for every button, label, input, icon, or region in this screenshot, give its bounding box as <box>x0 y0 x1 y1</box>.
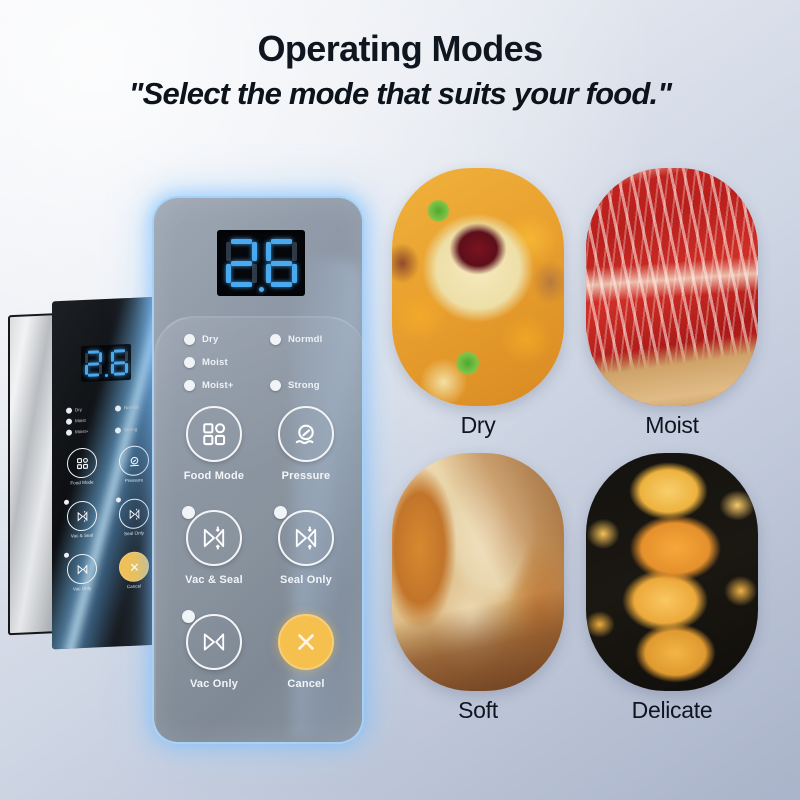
page-title: Operating Modes <box>257 28 543 69</box>
display-digit-left <box>225 239 257 287</box>
food-mode-gallery: Dry Moist Soft Delicate <box>392 168 792 738</box>
appliance-digit-left <box>84 350 102 377</box>
food-card-delicate: Delicate <box>586 453 758 724</box>
appliance-button-vac-seal[interactable]: Vac & Seal <box>62 499 102 539</box>
led-indicator-icon <box>66 406 72 414</box>
magnified-control-panel: Dry Moist Moist+ Normdl Strong Food Mode… <box>152 196 366 746</box>
display-decimal-point <box>258 287 264 292</box>
appliance-indicator-moist-plus: Moist+ <box>66 425 101 438</box>
appliance-button-food-mode[interactable]: Food Mode <box>62 447 102 486</box>
food-card-moist: Moist <box>586 168 758 439</box>
vacuum-seal-icon <box>186 510 242 566</box>
appliance-digit-right <box>110 349 128 376</box>
sliced-bread-loaf-photo <box>392 453 564 691</box>
appliance-button-cancel[interactable]: Cancel <box>114 551 154 590</box>
food-card-caption: Dry <box>460 412 496 438</box>
indicator-strong[interactable]: Strong <box>270 374 336 397</box>
indicator-dry[interactable]: Dry <box>184 328 250 351</box>
appliance-button-grid: Food Mode Pressure Vac & Seal Seal Only … <box>62 445 154 608</box>
button-vac-only[interactable]: Vac Only <box>176 610 252 690</box>
led-indicator-icon <box>115 426 121 434</box>
led-indicator-icon <box>182 610 195 623</box>
indicator-moist[interactable]: Moist <box>184 351 250 374</box>
led-indicator-icon <box>184 357 195 368</box>
page-header: Operating Modes "Select the mode that su… <box>0 0 800 112</box>
led-indicator-icon <box>274 506 287 519</box>
led-indicator-icon <box>64 552 69 558</box>
raw-marbled-beef-photo <box>586 168 758 406</box>
indicator-group: Dry Moist Moist+ Normdl Strong <box>184 328 336 397</box>
appliance-control-panel: Dry Moist Moist+ Normdl Strong Food Mode… <box>52 297 160 650</box>
led-indicator-icon <box>66 417 72 425</box>
food-card-caption: Moist <box>645 412 699 438</box>
indicator-moist-plus[interactable]: Moist+ <box>184 374 250 397</box>
button-label: Cancel <box>287 678 325 690</box>
button-food-mode[interactable]: Food Mode <box>176 406 252 482</box>
button-label: Seal Only <box>280 574 332 586</box>
food-card-caption: Delicate <box>631 697 713 723</box>
button-label: Vac & Seal <box>185 574 243 586</box>
appliance-indicator-group: Dry Moist Moist+ Normdl Strong <box>66 401 150 438</box>
led-indicator-icon <box>66 428 72 436</box>
led-indicator-icon <box>115 404 121 412</box>
potato-chips-photo <box>586 453 758 691</box>
grid-squares-icon <box>186 406 242 462</box>
appliance-body: Dry Moist Moist+ Normdl Strong Food Mode… <box>52 296 160 650</box>
appliance-button-pressure[interactable]: Pressure <box>114 445 154 484</box>
pressure-gauge-icon <box>278 406 334 462</box>
appliance-steel-lid <box>8 313 54 636</box>
appliance-button-vac-only[interactable]: Vac Only <box>62 552 102 592</box>
led-indicator-icon <box>182 506 195 519</box>
food-card-soft: Soft <box>392 453 564 724</box>
button-vac-seal[interactable]: Vac & Seal <box>176 506 252 586</box>
button-label: Pressure <box>281 470 331 482</box>
vacuum-icon <box>67 553 97 585</box>
close-x-icon <box>119 551 149 583</box>
close-x-icon <box>278 614 334 670</box>
indicator-column-left: Dry Moist Moist+ <box>184 328 250 397</box>
button-pressure[interactable]: Pressure <box>268 406 344 482</box>
dried-fruit-platter-photo <box>392 168 564 406</box>
page-subtitle: "Select the mode that suits your food." <box>128 76 672 111</box>
pressure-gauge-icon <box>119 445 149 477</box>
vacuum-icon <box>186 614 242 670</box>
button-seal-only[interactable]: Seal Only <box>268 506 344 586</box>
appliance-inset: Dry Moist Moist+ Normdl Strong Food Mode… <box>8 296 160 654</box>
led-indicator-icon <box>184 380 195 391</box>
led-indicator-icon <box>116 497 121 503</box>
seal-icon <box>119 498 149 530</box>
appliance-indicator-strong: Strong <box>115 423 150 436</box>
food-card-caption: Soft <box>458 697 498 723</box>
button-grid: Food Mode Pressure Vac & Seal Seal Only … <box>176 406 344 690</box>
seal-icon <box>278 510 334 566</box>
led-display <box>217 230 305 296</box>
vacuum-seal-icon <box>67 500 97 532</box>
indicator-normal[interactable]: Normdl <box>270 328 336 351</box>
button-cancel[interactable]: Cancel <box>268 614 344 690</box>
led-indicator-icon <box>270 334 281 345</box>
led-indicator-icon <box>270 380 281 391</box>
led-indicator-icon <box>64 499 69 505</box>
led-indicator-icon <box>184 334 195 345</box>
appliance-button-seal-only[interactable]: Seal Only <box>114 497 154 537</box>
grid-squares-icon <box>67 447 97 479</box>
button-label: Vac Only <box>189 678 239 690</box>
appliance-decimal-point <box>104 373 108 378</box>
button-label: Food Mode <box>183 470 245 482</box>
food-card-dry: Dry <box>392 168 564 439</box>
appliance-led-display <box>81 343 131 383</box>
display-digit-right <box>265 239 297 287</box>
indicator-column-right: Normdl Strong <box>270 328 336 397</box>
